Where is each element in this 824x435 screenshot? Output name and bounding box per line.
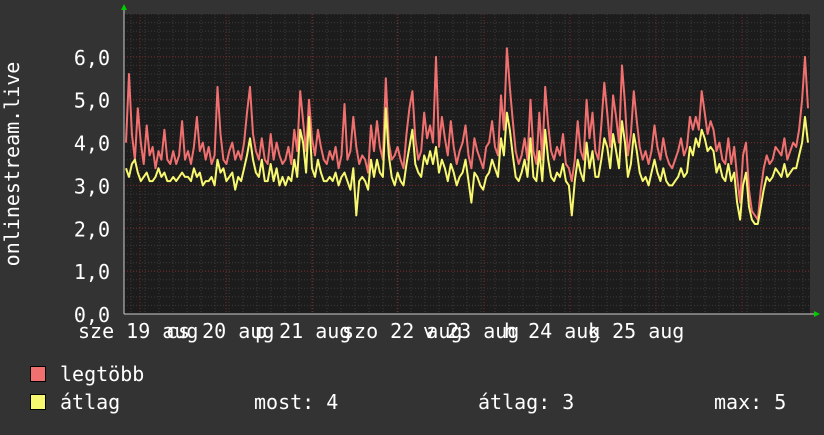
legend-label-avg: átlag: [60, 390, 121, 414]
y-tick-label: 6,0: [74, 46, 110, 70]
y-tick-label: 4,0: [74, 132, 110, 156]
stat-max: max: 5: [714, 390, 786, 414]
x-tick-label: k 25 aug: [588, 319, 684, 343]
stat-current: most: 4: [254, 390, 338, 414]
y-tick-label: 2,0: [74, 217, 110, 241]
stat-current-text: most: 4: [254, 390, 339, 414]
stat-average: átlag: 3: [478, 390, 574, 414]
x-tick-label: h 24 aug: [504, 319, 600, 343]
x-axis-arrow: [814, 311, 820, 317]
chart-root: 0,0 1,0 2,0 3,0 4,0 5,0 6,0 sze 19 aug cs 20 aug…: [0, 0, 824, 430]
stat-max-text: max: 5: [714, 390, 787, 414]
legend-label-max: legtöbb: [60, 362, 145, 386]
y-tick-label: 5,0: [74, 89, 110, 113]
legend-swatch-avg: [30, 394, 46, 410]
legend-swatch-max: [30, 366, 46, 382]
y-tick-label: 3,0: [74, 174, 110, 198]
stat-average-text: átlag: 3: [478, 390, 575, 414]
y-axis-arrow: [121, 4, 127, 10]
legend-item-avg: átlag: [30, 390, 120, 414]
x-tick-label: p 21 aug: [255, 319, 351, 343]
legend-item-max: legtöbb: [30, 362, 144, 386]
y-tick-label: 1,0: [74, 260, 110, 284]
y-axis-label: onlinestream.live: [0, 62, 24, 267]
